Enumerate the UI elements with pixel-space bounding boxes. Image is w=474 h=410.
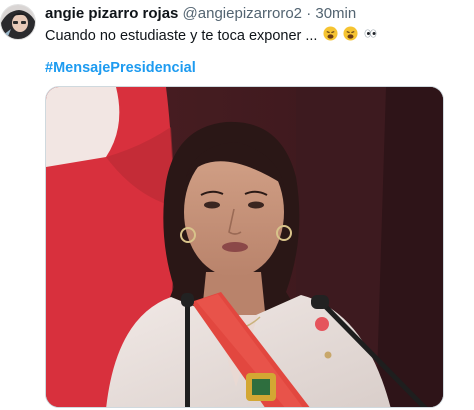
timestamp[interactable]: 30min xyxy=(315,5,356,22)
tweet-text: Cuando no estudiaste y te toca exponer .… xyxy=(45,26,470,46)
photo-image xyxy=(46,87,443,407)
avatar-image xyxy=(1,5,35,39)
hashtag-link[interactable]: #MensajePresidencial xyxy=(45,58,196,78)
weary-face-emoji xyxy=(343,26,358,46)
tweet-media-photo[interactable] xyxy=(45,86,444,408)
user-handle[interactable]: @angiepizarroro2 xyxy=(183,5,302,22)
separator-dot: · xyxy=(306,5,312,22)
weary-face-emoji xyxy=(322,26,338,46)
tweet-header: angie pizarro rojas @angiepizarroro2 · 3… xyxy=(45,5,470,23)
tweet-body: Cuando no estudiaste y te toca exponer .… xyxy=(45,28,318,44)
eyes-emoji xyxy=(363,26,378,46)
avatar[interactable] xyxy=(0,4,36,40)
display-name[interactable]: angie pizarro rojas xyxy=(45,5,178,22)
